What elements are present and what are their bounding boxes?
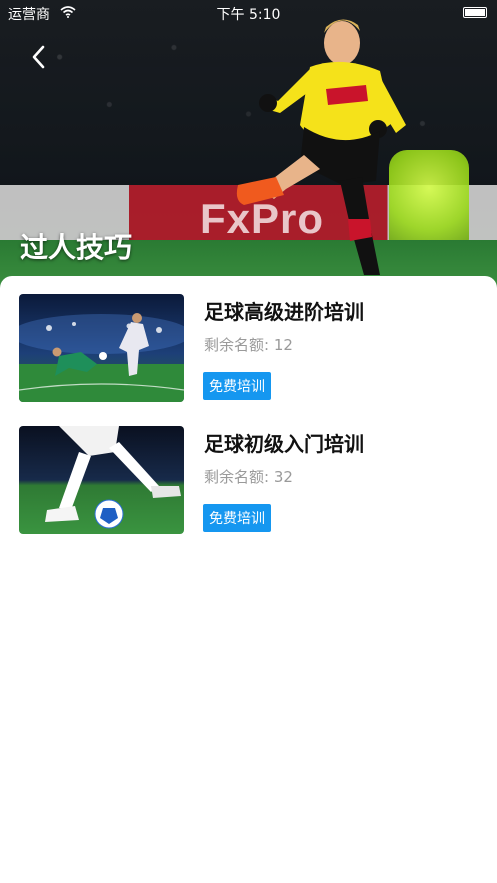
page-title: 过人技巧 bbox=[20, 231, 133, 264]
free-training-badge[interactable]: 免费培训 bbox=[203, 372, 271, 400]
free-training-badge[interactable]: 免费培训 bbox=[203, 504, 271, 532]
course-quota: 剩余名额: 32 bbox=[204, 468, 293, 486]
chevron-left-icon bbox=[32, 45, 45, 69]
battery-icon bbox=[463, 7, 487, 18]
course-title: 足球高级进阶培训 bbox=[204, 300, 364, 324]
course-thumbnail bbox=[19, 294, 184, 402]
hero-banner: FxPro 运营商 下午 5:10 过人技巧 bbox=[0, 0, 497, 290]
hero-player-illustration bbox=[236, 19, 406, 275]
status-bar: 运营商 下午 5:10 bbox=[0, 0, 497, 24]
course-title: 足球初级入门培训 bbox=[204, 432, 364, 456]
status-time: 下午 5:10 bbox=[216, 7, 281, 23]
course-quota: 剩余名额: 12 bbox=[204, 336, 293, 354]
course-list: 足球高级进阶培训 剩余名额: 12 免费培训 足球初级入门培训 剩余名额: 32… bbox=[0, 276, 497, 883]
course-item-beginner[interactable]: 足球初级入门培训 剩余名额: 32 免费培训 bbox=[0, 426, 497, 536]
course-thumbnail bbox=[19, 426, 184, 534]
back-button[interactable] bbox=[22, 40, 56, 74]
course-item-advanced[interactable]: 足球高级进阶培训 剩余名额: 12 免费培训 bbox=[0, 294, 497, 404]
